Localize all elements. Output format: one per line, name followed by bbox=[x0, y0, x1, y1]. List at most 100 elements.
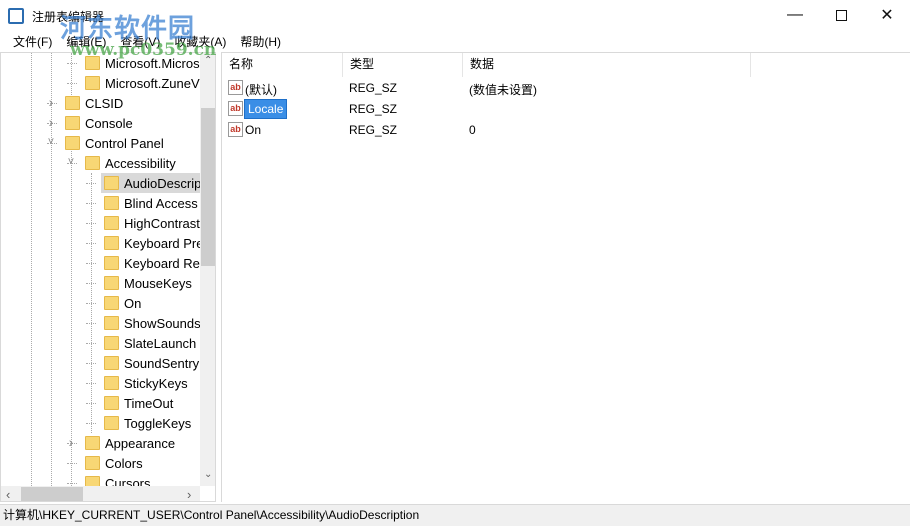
tree-item[interactable]: Control Panel bbox=[62, 133, 168, 153]
tree-item[interactable]: MouseKeys bbox=[101, 273, 196, 293]
value-name: On bbox=[245, 123, 262, 137]
tree-item[interactable]: Keyboard Re bbox=[101, 253, 201, 273]
minimize-button[interactable]: — bbox=[772, 0, 818, 30]
rename-input[interactable]: Locale bbox=[243, 99, 288, 119]
close-button[interactable]: ✕ bbox=[864, 0, 910, 30]
tree-guide-line bbox=[86, 203, 96, 204]
close-icon: ✕ bbox=[880, 7, 894, 24]
tree-item[interactable]: Keyboard Pre bbox=[101, 233, 201, 253]
registry-editor-icon bbox=[8, 8, 24, 24]
menu-file[interactable]: 文件(F) bbox=[6, 31, 59, 51]
value-row[interactable]: ab Locale REG_SZ bbox=[222, 99, 902, 119]
menu-help[interactable]: 帮助(H) bbox=[233, 31, 288, 51]
scroll-down-icon[interactable]: ⌄ bbox=[204, 469, 212, 480]
folder-icon bbox=[104, 216, 119, 230]
tree-item[interactable]: Cursors bbox=[82, 473, 155, 486]
expand-chevron-icon[interactable]: › bbox=[65, 434, 77, 450]
tree-item[interactable]: TimeOut bbox=[101, 393, 177, 413]
minimize-icon: — bbox=[787, 6, 803, 23]
folder-icon bbox=[85, 76, 100, 90]
folder-icon bbox=[104, 296, 119, 310]
tree-item[interactable]: Accessibility bbox=[82, 153, 180, 173]
tree-item[interactable]: Colors bbox=[82, 453, 147, 473]
tree-item-label: MouseKeys bbox=[124, 275, 192, 291]
tree-guide-line bbox=[86, 283, 96, 284]
expand-chevron-icon[interactable]: › bbox=[45, 94, 57, 110]
tree-guide-line bbox=[86, 263, 96, 264]
expand-chevron-icon[interactable]: › bbox=[45, 114, 57, 130]
tree-item-label: Colors bbox=[105, 455, 143, 471]
tree-item-label: HighContrast bbox=[124, 215, 200, 231]
tree-guide-line bbox=[86, 423, 96, 424]
tree-guide-line bbox=[86, 223, 96, 224]
value-data: 0 bbox=[469, 123, 476, 137]
folder-icon bbox=[104, 316, 119, 330]
vertical-scroll-thumb[interactable] bbox=[201, 108, 215, 266]
column-header-name[interactable]: 名称 bbox=[222, 53, 343, 77]
string-value-icon: ab bbox=[228, 122, 243, 137]
tree-item-label: Keyboard Re bbox=[124, 255, 200, 271]
tree-item[interactable]: Console bbox=[62, 113, 137, 133]
tree-guide-line bbox=[67, 83, 77, 84]
maximize-icon bbox=[835, 9, 847, 21]
folder-icon bbox=[104, 376, 119, 390]
value-row[interactable]: ab On REG_SZ 0 bbox=[222, 120, 902, 140]
folder-icon bbox=[85, 436, 100, 450]
tree-item-label: CLSID bbox=[85, 95, 124, 111]
tree-item[interactable]: Appearance bbox=[82, 433, 179, 453]
folder-icon bbox=[85, 156, 100, 170]
value-type: REG_SZ bbox=[349, 102, 398, 116]
tree-guide-line bbox=[86, 403, 96, 404]
registry-tree: Microsoft.Micros Microsoft.ZuneV › CLSID › Co… bbox=[0, 52, 216, 502]
scroll-left-icon[interactable]: ‹ bbox=[6, 487, 10, 501]
maximize-button[interactable] bbox=[818, 0, 864, 30]
tree-item[interactable]: StickyKeys bbox=[101, 373, 192, 393]
tree-item[interactable]: ToggleKeys bbox=[101, 413, 195, 433]
tree-item[interactable]: SoundSentry bbox=[101, 353, 201, 373]
folder-icon bbox=[104, 416, 119, 430]
tree-item-label: Blind Access bbox=[124, 195, 198, 211]
tree-item[interactable]: Blind Access bbox=[101, 193, 201, 213]
tree-item-label: Accessibility bbox=[105, 155, 176, 171]
tree-item[interactable]: Microsoft.ZuneV bbox=[82, 73, 201, 93]
folder-icon bbox=[65, 116, 80, 130]
tree-item[interactable]: AudioDescrip bbox=[101, 173, 201, 193]
tree-item-label: AudioDescrip bbox=[124, 175, 201, 191]
collapse-chevron-icon[interactable]: ˅ bbox=[65, 156, 77, 168]
tree-guide-line bbox=[86, 343, 96, 344]
status-bar: 计算机\HKEY_CURRENT_USER\Control Panel\Acce… bbox=[0, 504, 910, 526]
string-value-icon: ab bbox=[228, 101, 243, 116]
tree-guide-line bbox=[86, 363, 96, 364]
tree-item[interactable]: SlateLaunch bbox=[101, 333, 200, 353]
tree-guide-line bbox=[86, 183, 96, 184]
value-type: REG_SZ bbox=[349, 123, 398, 137]
values-list: 名称 类型 数据 ab (默认) REG_SZ (数值未设置) ab Locale… bbox=[221, 52, 910, 502]
value-name: (默认) bbox=[245, 83, 277, 97]
horizontal-scroll-thumb[interactable] bbox=[21, 487, 83, 501]
tree-item-label: Microsoft.ZuneV bbox=[105, 75, 200, 91]
tree-horizontal-scrollbar[interactable]: ‹ › bbox=[1, 486, 200, 501]
tree-guide-line bbox=[67, 483, 77, 484]
tree-item-label: Control Panel bbox=[85, 135, 164, 151]
scroll-right-icon[interactable]: › bbox=[187, 487, 191, 501]
tree-rows: Microsoft.Micros Microsoft.ZuneV › CLSID › Co… bbox=[1, 53, 201, 486]
tree-guide-line bbox=[67, 463, 77, 464]
value-data: (数值未设置) bbox=[469, 83, 537, 97]
tree-guide-line bbox=[86, 243, 96, 244]
folder-icon bbox=[65, 136, 80, 150]
collapse-chevron-icon[interactable]: ˅ bbox=[45, 136, 57, 148]
value-row[interactable]: ab (默认) REG_SZ (数值未设置) bbox=[222, 78, 902, 98]
tree-guide-line bbox=[67, 63, 77, 64]
tree-guide-line bbox=[86, 383, 96, 384]
column-header-data[interactable]: 数据 bbox=[463, 53, 751, 77]
folder-icon bbox=[104, 356, 119, 370]
folder-icon bbox=[104, 176, 119, 190]
tree-item[interactable]: ShowSounds bbox=[101, 313, 201, 333]
tree-item[interactable]: CLSID bbox=[62, 93, 127, 113]
tree-item-label: ToggleKeys bbox=[124, 415, 192, 431]
column-header-type[interactable]: 类型 bbox=[343, 53, 463, 77]
tree-item[interactable]: HighContrast bbox=[101, 213, 201, 233]
folder-icon bbox=[104, 236, 119, 250]
tree-item[interactable]: On bbox=[101, 293, 145, 313]
tree-vertical-scrollbar[interactable]: ⌃ ⌄ bbox=[200, 53, 215, 486]
